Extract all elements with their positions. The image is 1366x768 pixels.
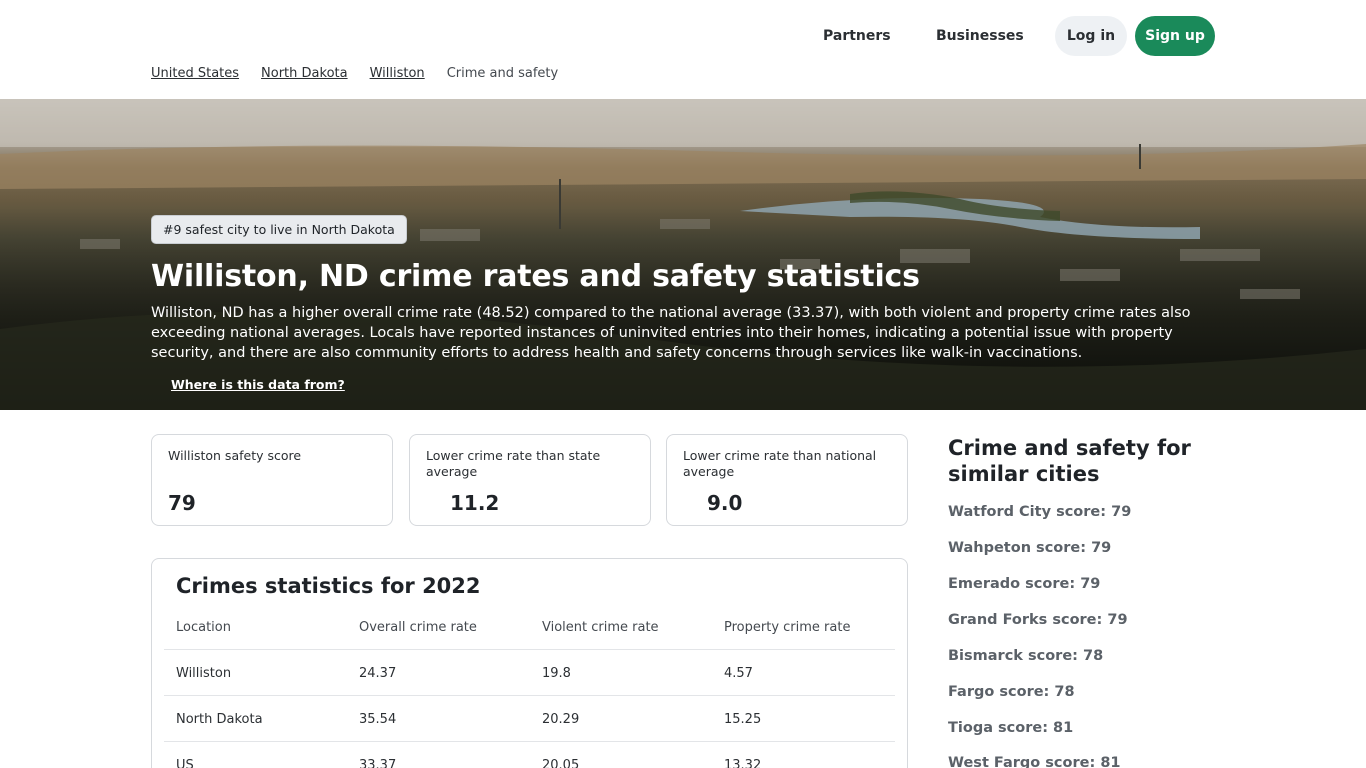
similar-city-link[interactable]: Wahpeton score: 79 bbox=[948, 540, 1111, 556]
safety-rank-badge: #9 safest city to live in North Dakota bbox=[151, 215, 407, 244]
similar-city-link[interactable]: Watford City score: 79 bbox=[948, 504, 1131, 520]
login-button[interactable]: Log in bbox=[1055, 16, 1127, 56]
similar-city-link[interactable]: Fargo score: 78 bbox=[948, 684, 1075, 700]
table-cell: 4.57 bbox=[724, 666, 753, 681]
breadcrumb-current: Crime and safety bbox=[446, 66, 559, 81]
table-title: Crimes statistics for 2022 bbox=[176, 574, 481, 598]
breadcrumb-williston[interactable]: Williston bbox=[370, 66, 425, 81]
table-cell: 15.25 bbox=[724, 712, 762, 727]
crime-statistics-table: Crimes statistics for 2022 Location Over… bbox=[151, 558, 908, 768]
table-cell: US bbox=[176, 758, 194, 768]
stat-value: 79 bbox=[168, 491, 196, 515]
state-comparison-card: Lower crime rate than state average 11.2 bbox=[409, 434, 651, 526]
table-cell: 24.37 bbox=[359, 666, 397, 681]
breadcrumb-united-states[interactable]: United States bbox=[151, 66, 239, 81]
table-row: Williston 24.37 19.8 4.57 bbox=[164, 649, 895, 695]
hero-landscape-image bbox=[0, 99, 1366, 410]
breadcrumb-north-dakota[interactable]: North Dakota bbox=[261, 66, 348, 81]
table-cell: North Dakota bbox=[176, 712, 263, 727]
stat-value: 9.0 bbox=[707, 491, 743, 515]
similar-city-link[interactable]: West Fargo score: 81 bbox=[948, 755, 1121, 768]
table-row: North Dakota 35.54 20.29 15.25 bbox=[164, 695, 895, 741]
column-header-overall: Overall crime rate bbox=[359, 620, 477, 635]
table-cell: 33.37 bbox=[359, 758, 397, 768]
table-cell: 20.05 bbox=[542, 758, 580, 768]
similar-city-link[interactable]: Emerado score: 79 bbox=[948, 576, 1100, 592]
column-header-property: Property crime rate bbox=[724, 620, 851, 635]
nav-businesses-link[interactable]: Businesses bbox=[936, 28, 1024, 44]
safety-score-card: Williston safety score 79 bbox=[151, 434, 393, 526]
stat-label: Williston safety score bbox=[168, 448, 302, 463]
signup-button[interactable]: Sign up bbox=[1135, 16, 1215, 56]
column-header-location: Location bbox=[176, 620, 231, 635]
similar-city-link[interactable]: Tioga score: 81 bbox=[948, 720, 1073, 736]
stat-value: 11.2 bbox=[450, 491, 500, 515]
table-cell: 13.32 bbox=[724, 758, 762, 768]
stat-label: Lower crime rate than state average bbox=[426, 448, 601, 479]
similar-city-link[interactable]: Grand Forks score: 79 bbox=[948, 612, 1128, 628]
similar-cities-title: Crime and safety for similar cities bbox=[948, 436, 1191, 486]
table-cell: 35.54 bbox=[359, 712, 397, 727]
national-comparison-card: Lower crime rate than national average 9… bbox=[666, 434, 908, 526]
column-header-violent: Violent crime rate bbox=[542, 620, 659, 635]
table-cell: 20.29 bbox=[542, 712, 580, 727]
stat-label: Lower crime rate than national average bbox=[683, 448, 877, 479]
data-source-link[interactable]: Where is this data from? bbox=[171, 377, 345, 392]
table-cell: 19.8 bbox=[542, 666, 571, 681]
nav-partners-link[interactable]: Partners bbox=[823, 28, 891, 44]
top-navigation: Partners Businesses Log in Sign up Unite… bbox=[0, 0, 1366, 99]
hero-description: Williston, ND has a higher overall crime… bbox=[151, 305, 1191, 361]
similar-city-link[interactable]: Bismarck score: 78 bbox=[948, 648, 1103, 664]
page-title: Williston, ND crime rates and safety sta… bbox=[151, 259, 920, 294]
table-cell: Williston bbox=[176, 666, 232, 681]
hero-banner: #9 safest city to live in North Dakota W… bbox=[0, 99, 1366, 410]
breadcrumb: United States North Dakota Williston Cri… bbox=[151, 66, 558, 81]
table-row: US 33.37 20.05 13.32 bbox=[164, 741, 895, 768]
